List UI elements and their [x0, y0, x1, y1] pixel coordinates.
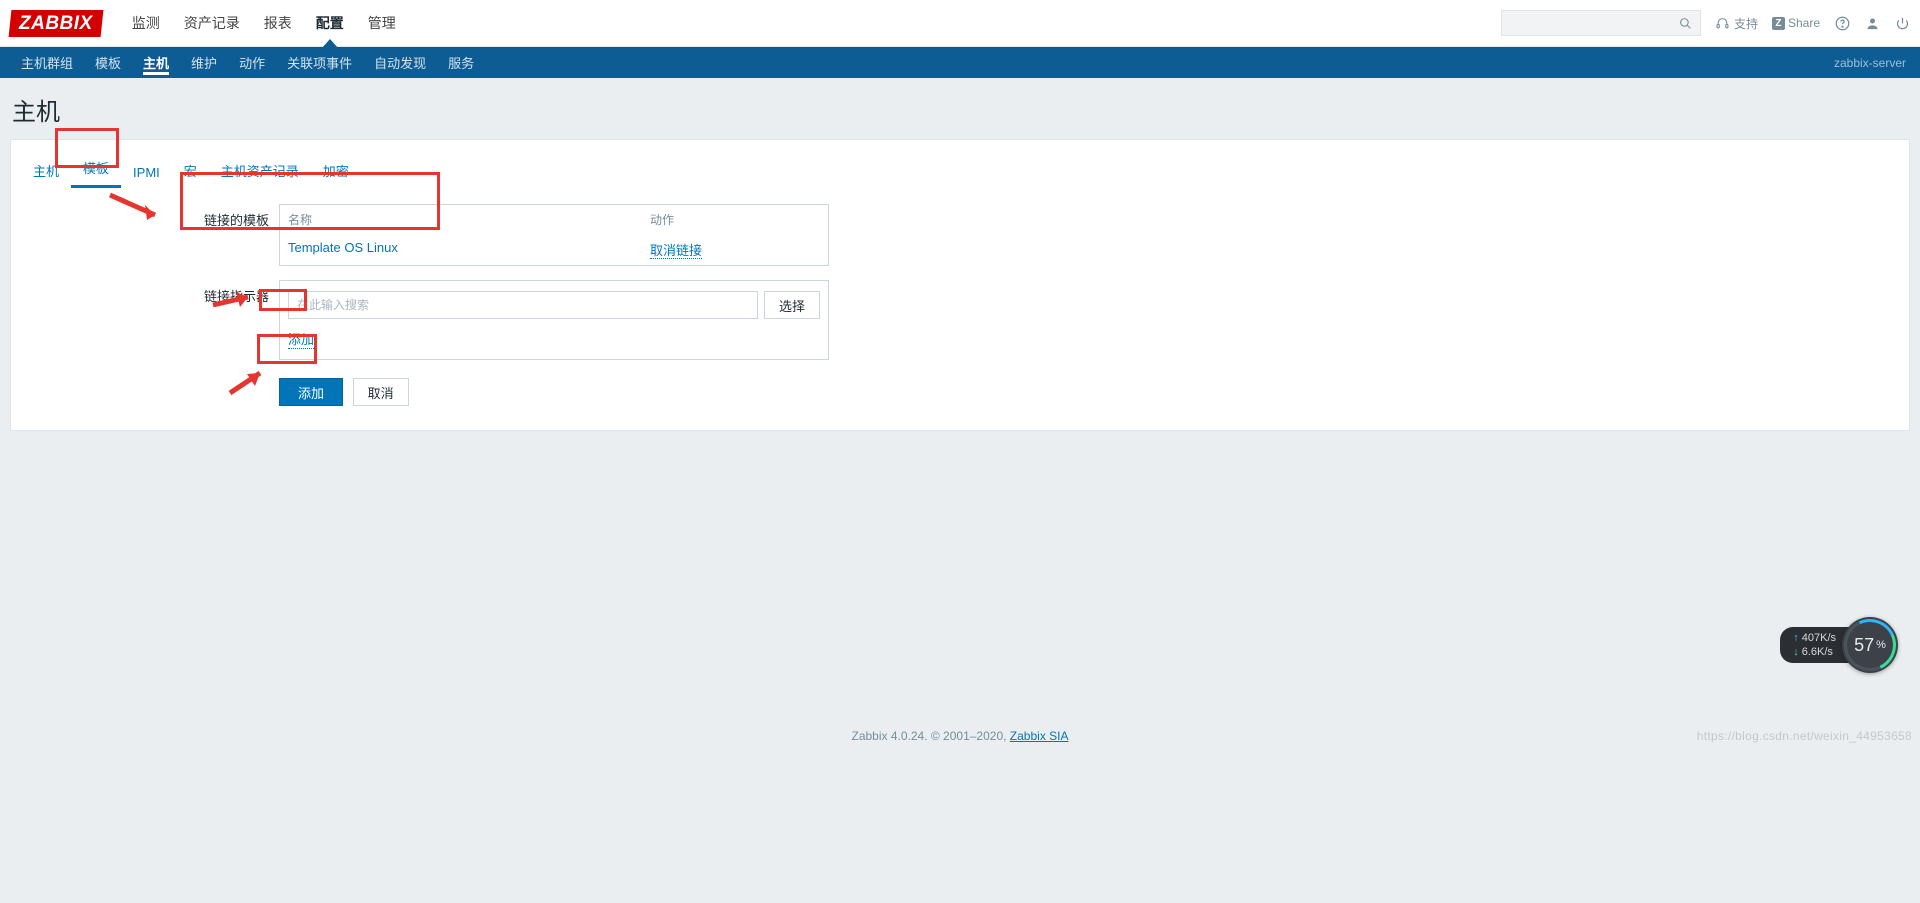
topbar: ZABBIX 监测 资产记录 报表 配置 管理 支持 Z Share — [0, 0, 1920, 47]
cancel-button[interactable]: 取消 — [353, 378, 409, 406]
tab-host[interactable]: 主机 — [21, 155, 71, 188]
footer: Zabbix 4.0.24. © 2001–2020, Zabbix SIA — [0, 729, 1920, 743]
footer-company-link[interactable]: Zabbix SIA — [1010, 729, 1069, 743]
logo[interactable]: ZABBIX — [9, 10, 104, 37]
network-percent: 57 — [1854, 635, 1874, 656]
form-actions: 添加 取消 — [21, 378, 1899, 406]
tpl-col-name-header: 名称 — [288, 211, 650, 228]
table-row: Template OS Linux 取消链接 — [280, 234, 828, 265]
watermark: https://blog.csdn.net/weixin_44953658 — [1697, 729, 1912, 743]
share-link[interactable]: Z Share — [1772, 16, 1820, 30]
subnav-actions[interactable]: 动作 — [228, 47, 276, 78]
global-search[interactable] — [1501, 10, 1701, 36]
headset-icon — [1715, 15, 1731, 31]
top-nav: 监测 资产记录 报表 配置 管理 — [120, 0, 408, 47]
submit-button[interactable]: 添加 — [279, 378, 343, 406]
subnav-host-groups[interactable]: 主机群组 — [10, 47, 84, 78]
tab-encryption[interactable]: 加密 — [311, 155, 361, 188]
footer-version: Zabbix 4.0.24. © 2001–2020, — [852, 729, 1010, 743]
page-title: 主机 — [0, 78, 1920, 139]
download-speed: 6.6K/s — [1793, 645, 1836, 659]
nav-configuration[interactable]: 配置 — [304, 0, 356, 47]
linked-templates-label: 链接的模板 — [21, 204, 279, 229]
subnav-templates[interactable]: 模板 — [84, 47, 132, 78]
link-indicator-label: 链接指示器 — [21, 280, 279, 305]
search-icon[interactable] — [1678, 15, 1694, 31]
subnav-services[interactable]: 服务 — [437, 47, 485, 78]
top-right: 支持 Z Share — [1501, 10, 1910, 36]
z-icon: Z — [1772, 17, 1785, 30]
template-name-link[interactable]: Template OS Linux — [288, 240, 650, 259]
support-label: 支持 — [1734, 15, 1758, 32]
network-percent-circle[interactable]: 57% — [1842, 617, 1898, 673]
subnav-discovery[interactable]: 自动发现 — [363, 47, 437, 78]
nav-monitoring[interactable]: 监测 — [120, 0, 172, 47]
tab-bar: 主机 模板 IPMI 宏 主机资产记录 加密 — [11, 140, 1909, 188]
link-indicator-box: 选择 添加 — [279, 280, 829, 360]
server-label: zabbix-server — [1834, 56, 1910, 70]
linked-templates-row: 链接的模板 名称 动作 Template OS Linux 取消链接 — [21, 204, 1899, 266]
link-indicator-row: 链接指示器 选择 添加 — [21, 280, 1899, 360]
search-input[interactable] — [1508, 15, 1678, 31]
upload-speed: 407K/s — [1793, 631, 1836, 645]
nav-reports[interactable]: 报表 — [252, 0, 304, 47]
support-link[interactable]: 支持 — [1715, 15, 1758, 32]
subnav-maintenance[interactable]: 维护 — [180, 47, 228, 78]
network-widget: 407K/s 6.6K/s 57% — [1780, 617, 1898, 673]
nav-administration[interactable]: 管理 — [356, 0, 408, 47]
form-area: 链接的模板 名称 动作 Template OS Linux 取消链接 链接指示器 — [11, 188, 1909, 430]
tpl-col-action-header: 动作 — [650, 211, 820, 228]
tab-inventory[interactable]: 主机资产记录 — [209, 155, 311, 188]
sub-nav: 主机群组 模板 主机 维护 动作 关联项事件 自动发现 服务 zabbix-se… — [0, 47, 1920, 78]
subnav-correlation[interactable]: 关联项事件 — [276, 47, 363, 78]
panel: 主机 模板 IPMI 宏 主机资产记录 加密 链接的模板 名称 动作 Templ… — [10, 139, 1910, 431]
subnav-hosts[interactable]: 主机 — [132, 47, 180, 78]
user-icon[interactable] — [1864, 15, 1880, 31]
select-button[interactable]: 选择 — [764, 291, 820, 319]
template-search-input[interactable] — [288, 291, 758, 319]
share-label: Share — [1788, 16, 1820, 30]
network-percent-unit: % — [1876, 639, 1886, 651]
tab-macros[interactable]: 宏 — [172, 155, 209, 188]
linked-templates-table: 名称 动作 Template OS Linux 取消链接 — [279, 204, 829, 266]
unlink-link[interactable]: 取消链接 — [650, 243, 702, 259]
power-icon[interactable] — [1894, 15, 1910, 31]
add-template-link[interactable]: 添加 — [288, 329, 314, 349]
tab-templates[interactable]: 模板 — [71, 152, 121, 188]
tab-ipmi[interactable]: IPMI — [121, 159, 172, 188]
help-icon[interactable] — [1834, 15, 1850, 31]
nav-inventory[interactable]: 资产记录 — [172, 0, 252, 47]
